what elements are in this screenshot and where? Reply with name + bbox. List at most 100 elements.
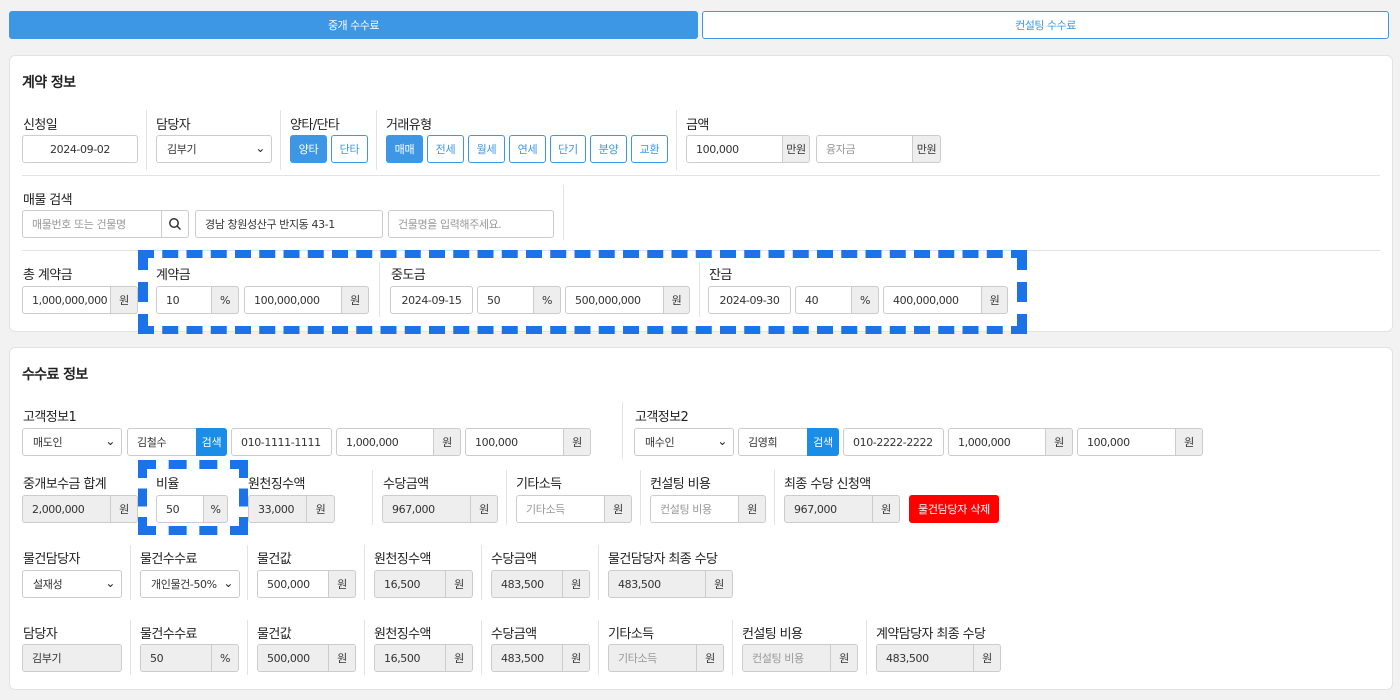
row4-item-price-label: 물건값 [257,627,292,642]
customer2-name-input[interactable]: 김영희 [738,428,808,456]
customer2-amount1-input[interactable]: 1,000,000 [948,428,1046,456]
customer1-role-value: 매도인 [33,436,63,449]
row3-allowance-label: 수당금액 [491,552,537,567]
deal-type-yearly[interactable]: 연세 [509,135,546,163]
brokerage-total-label: 중개보수금 합계 [23,477,107,492]
contract-manager-final-input: 483,500 [876,644,974,672]
withholding-label: 원천징수액 [248,477,305,492]
apply-date-label: 신청일 [23,118,58,133]
total-contract-unit: 원 [110,286,138,314]
deal-type-short[interactable]: 단기 [550,135,586,163]
loan-input[interactable]: 융자금 [816,135,913,163]
property-agent-value: 설재성 [33,578,63,591]
total-contract-input[interactable]: 1,000,000,000 [22,286,111,314]
other-income-label: 기타소득 [516,477,562,492]
building-name-input[interactable]: 건물명을 입력해주세요. [388,210,554,238]
final-request-unit: 원 [872,495,900,523]
brokerage-total-unit: 원 [110,495,138,523]
delete-agent-button[interactable]: 물건담당자 삭제 [909,495,999,523]
side-option-single[interactable]: 단타 [331,135,368,163]
row4-fee-input: 50 [140,644,212,672]
property-fee-value: 개인물건-50% [151,578,217,591]
item-price-unit: 원 [328,570,356,598]
manager-select-value: 김부기 [167,143,197,156]
property-agent-select[interactable]: 설재성 ⌄ [22,570,122,598]
chevron-down-icon: ⌄ [223,576,233,590]
side-option-both[interactable]: 양타 [290,135,327,163]
row4-withholding-input: 16,500 [374,644,446,672]
row4-withholding-unit: 원 [445,644,473,672]
deal-type-sale[interactable]: 매매 [386,135,423,163]
deal-type-exchange[interactable]: 교환 [631,135,668,163]
customer2-amount2-unit: 원 [1175,428,1203,456]
property-fee-label: 물건수수료 [140,552,197,567]
apply-date-input[interactable]: 2024-09-02 [22,135,138,163]
deal-type-label: 거래유형 [386,118,432,133]
row4-fee-label: 물건수수료 [140,627,197,642]
highlight-box-payments [138,250,1027,334]
final-request-label: 최종 수당 신청액 [784,477,871,492]
customer2-label: 고객정보2 [635,410,689,425]
row4-consulting-cost-input[interactable]: 컨설팅 비용 [742,644,831,672]
row3-allowance-input: 483,500 [491,570,563,598]
contract-manager-final-unit: 원 [973,644,1001,672]
tab-brokerage-fee[interactable]: 중개 수수료 [9,11,698,39]
property-fee-select[interactable]: 개인물건-50% ⌄ [140,570,240,598]
customer1-role-select[interactable]: 매도인 ⌄ [22,428,122,456]
customer2-search-button[interactable]: 검색 [807,428,839,456]
row4-item-price-unit: 원 [328,644,356,672]
deal-type-jeonse[interactable]: 전세 [427,135,464,163]
property-search-input[interactable]: 매물번호 또는 건물명 [22,210,162,238]
customer2-amount2-input[interactable]: 100,000 [1077,428,1176,456]
row3-allowance-unit: 원 [562,570,590,598]
amount-unit: 만원 [782,135,810,163]
property-address-input[interactable]: 경남 창원성산구 반지동 43-1 [195,210,383,238]
total-contract-label: 총 계약금 [23,268,73,283]
manager-select[interactable]: 김부기 ⌄ [156,135,272,163]
contract-info-title: 계약 정보 [22,75,76,91]
agent-final-input: 483,500 [608,570,706,598]
item-price-input[interactable]: 500,000 [257,570,329,598]
row4-fee-unit: % [211,644,239,672]
property-agent-label: 물건담당자 [23,552,80,567]
deal-type-presale[interactable]: 분양 [590,135,627,163]
customer2-phone-input[interactable]: 010-2222-2222 [843,428,944,456]
row4-manager-input: 김부기 [22,644,122,672]
customer1-amount2-input[interactable]: 100,000 [465,428,564,456]
customer1-phone-input[interactable]: 010-1111-1111 [231,428,332,456]
final-request-input: 967,000 [784,495,873,523]
highlight-box-ratio [138,460,248,535]
row4-consulting-cost-label: 컨설팅 비용 [742,627,803,642]
customer2-role-select[interactable]: 매수인 ⌄ [634,428,734,456]
tab-consulting-fee[interactable]: 컨설팅 수수료 [702,11,1389,39]
chevron-down-icon: ⌄ [717,434,727,448]
customer1-amount1-input[interactable]: 1,000,000 [336,428,434,456]
deal-type-monthly[interactable]: 월세 [468,135,505,163]
row4-withholding-label: 원천징수액 [374,627,431,642]
customer1-label: 고객정보1 [23,410,77,425]
loan-unit: 만원 [912,135,941,163]
property-search-button[interactable] [161,210,189,238]
customer1-amount2-unit: 원 [563,428,591,456]
item-price-label: 물건값 [257,552,292,567]
consulting-cost-input[interactable]: 컨설팅 비용 [650,495,739,523]
other-income-input[interactable]: 기타소득 [516,495,605,523]
amount-input[interactable]: 100,000 [686,135,783,163]
property-search-label: 매물 검색 [23,193,73,208]
row4-allowance-unit: 원 [562,644,590,672]
row4-other-income-input[interactable]: 기타소득 [608,644,697,672]
customer1-amount1-unit: 원 [433,428,461,456]
consulting-cost-label: 컨설팅 비용 [650,477,711,492]
agent-final-unit: 원 [705,570,733,598]
chevron-down-icon: ⌄ [255,141,265,155]
amount-label: 금액 [686,118,709,133]
consulting-cost-unit: 원 [738,495,766,523]
row4-item-price-input: 500,000 [257,644,329,672]
manager-label: 담당자 [156,118,191,133]
search-icon [169,218,182,231]
withholding-input: 33,000 [248,495,307,523]
customer2-amount1-unit: 원 [1045,428,1073,456]
brokerage-total-input: 2,000,000 [22,495,111,523]
customer1-search-button[interactable]: 검색 [196,428,227,456]
customer1-name-input[interactable]: 김철수 [127,428,197,456]
